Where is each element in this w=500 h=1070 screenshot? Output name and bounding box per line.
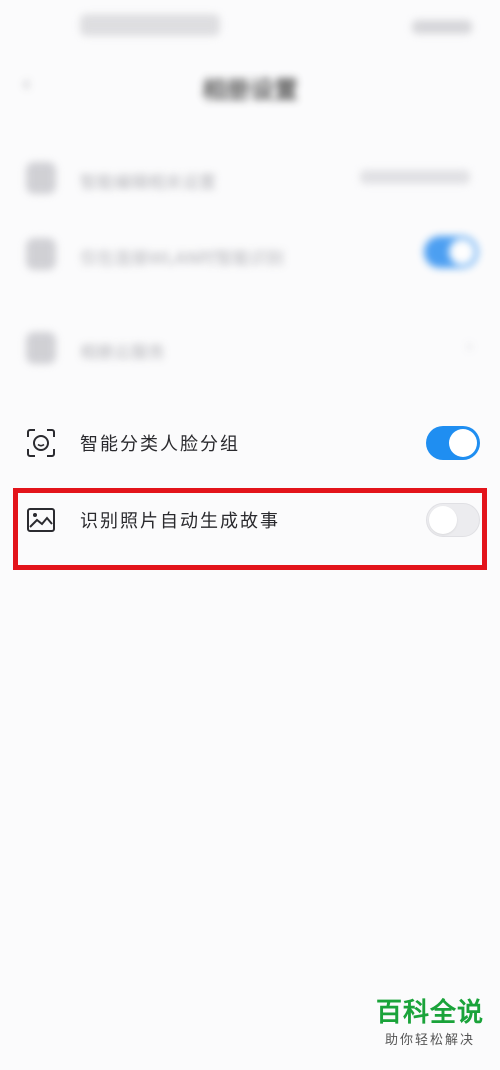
watermark-title: 百科全说 bbox=[375, 998, 484, 1028]
toggle-knob bbox=[429, 506, 457, 534]
status-bar bbox=[0, 0, 500, 50]
setting-label: 智能分类人脸分组 bbox=[80, 434, 240, 455]
setting-label: 识别照片自动生成故事 bbox=[80, 511, 280, 532]
image-icon bbox=[26, 505, 56, 535]
settings-page: ‹ 相册设置 智能编辑相关设置 仅在连接WLAN时智能识别 相册云服务 › 智能… bbox=[0, 0, 500, 1070]
setting-row-face-grouping[interactable]: 智能分类人脸分组 bbox=[0, 408, 500, 478]
setting-label: 智能编辑相关设置 bbox=[80, 173, 216, 193]
header: ‹ 相册设置 bbox=[0, 58, 500, 114]
page-title: 相册设置 bbox=[202, 76, 298, 104]
face-recognition-icon bbox=[26, 428, 56, 458]
status-bar-right bbox=[412, 20, 472, 34]
setting-label: 相册云服务 bbox=[80, 343, 165, 363]
setting-row-cloud[interactable]: 相册云服务 › bbox=[0, 318, 500, 378]
setting-value bbox=[360, 170, 470, 184]
setting-row-auto-story[interactable]: 识别照片自动生成故事 bbox=[0, 485, 500, 555]
status-bar-left bbox=[80, 14, 220, 36]
auto-story-toggle[interactable] bbox=[426, 503, 480, 537]
toggle-knob bbox=[449, 429, 477, 457]
chevron-right-icon: › bbox=[466, 336, 474, 357]
face-grouping-toggle[interactable] bbox=[426, 426, 480, 460]
setting-icon bbox=[26, 162, 56, 194]
watermark-logo: 百科全说 助你轻松解决 bbox=[376, 992, 484, 1048]
back-arrow-icon[interactable]: ‹ bbox=[22, 74, 44, 96]
toggle-switch[interactable] bbox=[424, 236, 478, 268]
watermark-subtitle: 助你轻松解决 bbox=[384, 1033, 475, 1048]
setting-label: 仅在连接WLAN时智能识别 bbox=[80, 249, 285, 269]
setting-row-smart-edit[interactable]: 智能编辑相关设置 bbox=[0, 148, 500, 208]
setting-icon bbox=[26, 332, 56, 364]
setting-icon bbox=[26, 238, 56, 270]
setting-row-wlan[interactable]: 仅在连接WLAN时智能识别 bbox=[0, 224, 500, 284]
blurred-region: ‹ 相册设置 智能编辑相关设置 仅在连接WLAN时智能识别 相册云服务 › bbox=[0, 0, 500, 390]
